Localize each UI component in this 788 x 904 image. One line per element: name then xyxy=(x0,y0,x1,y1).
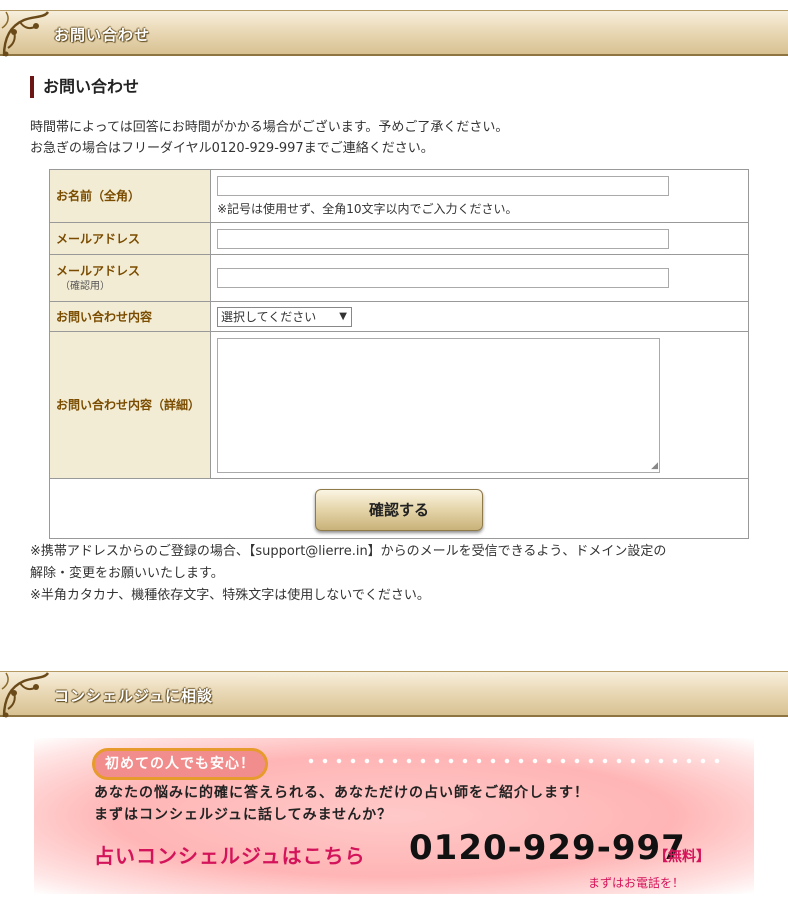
promo-line-2: まずはコンシェルジュに話してみませんか？ xyxy=(94,807,393,823)
inquiry-detail-cell: ◢ xyxy=(210,331,749,479)
email-input[interactable] xyxy=(217,228,669,249)
email-cell xyxy=(210,222,749,255)
submit-row: 確認する xyxy=(49,478,749,539)
confirm-button[interactable]: 確認する xyxy=(315,489,483,531)
footnotes: ※携帯アドレスからのご登録の場合、【support@lierre.in】からのメ… xyxy=(30,541,770,607)
promo-phone-number[interactable]: 0120-929-997 xyxy=(409,828,686,868)
contact-header-bar: お問い合わせ xyxy=(0,10,788,57)
email-confirm-label-text: メールアドレス xyxy=(56,264,141,278)
promo-free-label: 【無料】 xyxy=(654,849,710,865)
email-confirm-cell xyxy=(210,254,749,302)
promo-badge: 初めての人でも安心！ xyxy=(92,748,268,780)
email-confirm-input[interactable] xyxy=(217,268,669,288)
concierge-header-bar: コンシェルジュに相談 xyxy=(0,671,788,718)
email-confirm-label: メールアドレス （確認用） xyxy=(49,254,211,302)
inquiry-type-select[interactable]: 選択してください ▼ xyxy=(217,306,352,327)
inquiry-type-cell: 選択してください ▼ xyxy=(210,301,749,332)
resize-grip-icon[interactable]: ◢ xyxy=(651,461,658,471)
promo-line-1: あなたの悩みに的確に答えられる、あなただけの占い師をご紹介します！ xyxy=(94,785,589,801)
footnote-line-1: ※携帯アドレスからのご登録の場合、【support@lierre.in】からのメ… xyxy=(30,544,667,559)
inquiry-detail-textarea[interactable]: ◢ xyxy=(217,337,660,473)
contact-header-title: お問い合わせ xyxy=(54,26,151,44)
name-label: お名前（全角） xyxy=(49,169,211,223)
contact-form: お名前（全角） ※記号は使用せず、全角10文字以内でご入力ください。 メールアド… xyxy=(49,169,749,539)
inquiry-type-label: お問い合わせ内容 xyxy=(49,301,211,332)
intro-line-1: 時間帯によっては回答にお時間がかかる場合がございます。予めご了承ください。 xyxy=(30,120,509,135)
name-note: ※記号は使用せず、全角10文字以内でご入力ください。 xyxy=(217,201,518,216)
section-title: お問い合わせ xyxy=(30,76,139,98)
email-label: メールアドレス xyxy=(49,222,211,255)
intro-line-2: お急ぎの場合はフリーダイヤル0120-929-997までご連絡ください。 xyxy=(30,141,434,156)
concierge-header-title: コンシェルジュに相談 xyxy=(54,687,213,705)
inquiry-type-selected: 選択してください xyxy=(221,309,317,324)
email-confirm-sublabel: （確認用） xyxy=(60,281,110,292)
concierge-promo-banner[interactable]: 初めての人でも安心！ あなたの悩みに的確に答えられる、あなただけの占い師をご紹介… xyxy=(34,738,754,894)
footnote-line-3: ※半角カタカナ、機種依存文字、特殊文字は使用しないでください。 xyxy=(30,588,430,603)
promo-cta-label[interactable]: 占いコンシェルジュはこちら xyxy=(94,840,366,869)
ornament-icon xyxy=(1,672,50,718)
ornament-icon xyxy=(1,11,50,57)
dotted-divider xyxy=(304,758,724,764)
intro-text: 時間帯によっては回答にお時間がかかる場合がございます。予めご了承ください。 お急… xyxy=(30,117,508,159)
inquiry-detail-label: お問い合わせ内容（詳細） xyxy=(49,331,211,479)
chevron-down-icon: ▼ xyxy=(339,310,347,322)
promo-call-text: まずはお電話を！ xyxy=(588,876,685,890)
footnote-line-2: 解除・変更をお願いいたします。 xyxy=(30,566,224,581)
name-input[interactable] xyxy=(217,175,669,196)
name-cell: ※記号は使用せず、全角10文字以内でご入力ください。 xyxy=(210,169,749,223)
